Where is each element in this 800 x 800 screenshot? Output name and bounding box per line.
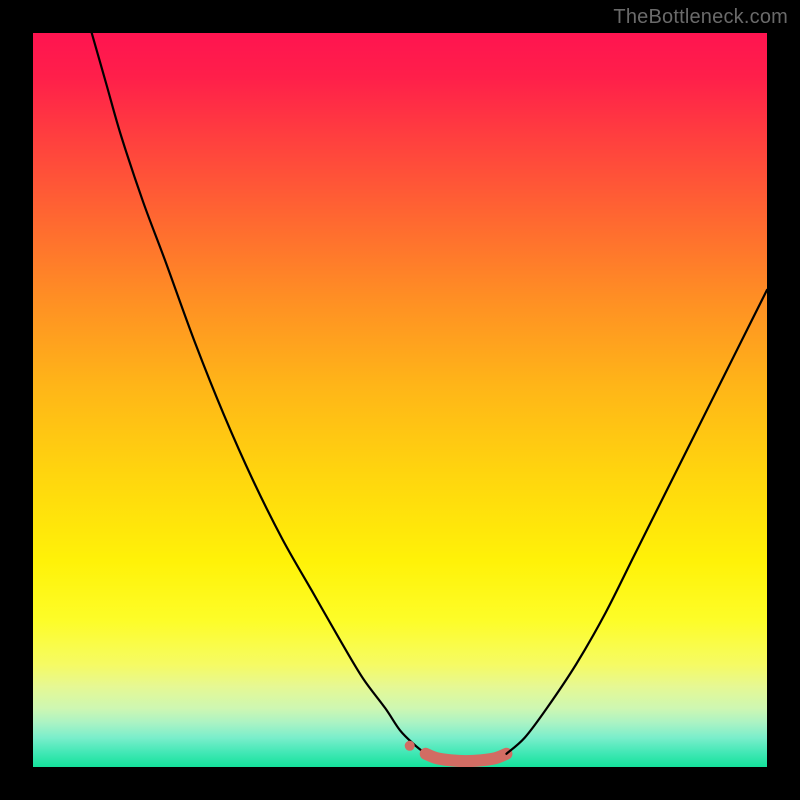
- bottleneck-curve: [506, 290, 767, 754]
- watermark-text: TheBottleneck.com: [613, 6, 788, 29]
- chart-svg: [33, 33, 767, 767]
- chart-frame: TheBottleneck.com: [0, 0, 800, 800]
- plot-area: [33, 33, 767, 767]
- valley-marker-dot: [405, 741, 415, 751]
- valley-highlight: [426, 754, 507, 761]
- bottleneck-curve: [92, 33, 426, 754]
